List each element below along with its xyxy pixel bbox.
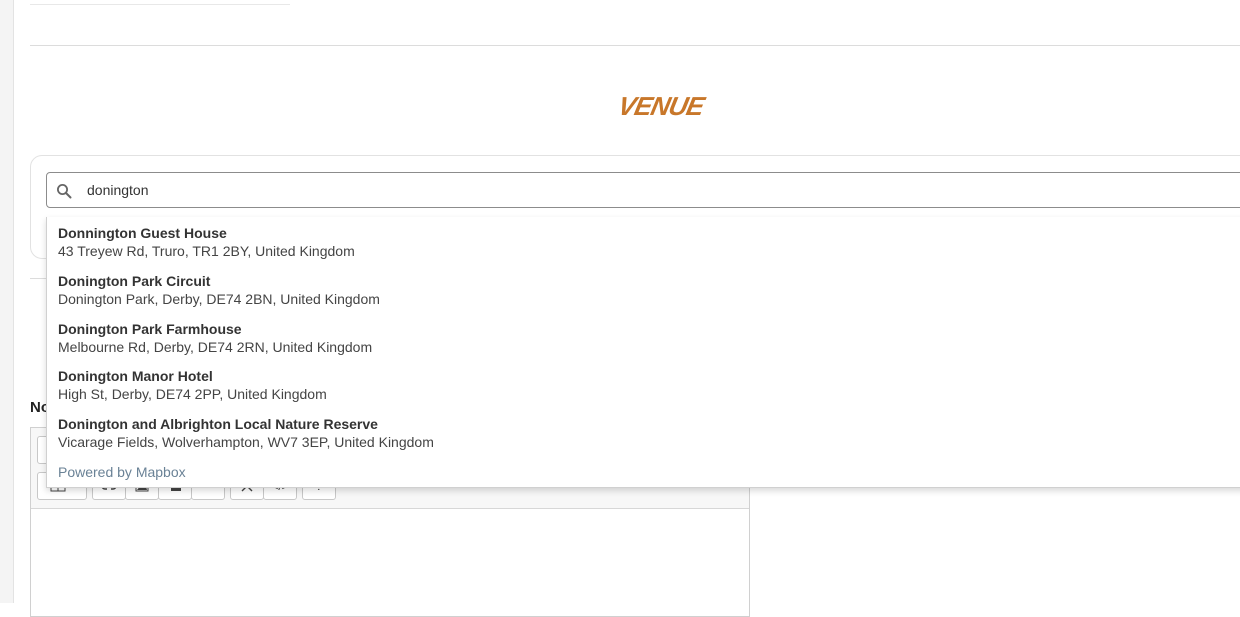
top-clipped-content bbox=[30, 0, 290, 5]
search-icon bbox=[56, 183, 72, 199]
suggestion-item[interactable]: Donington Park Farmhouse Melbourne Rd, D… bbox=[47, 313, 1240, 359]
location-search-box[interactable] bbox=[46, 172, 1240, 208]
section-divider bbox=[30, 45, 1240, 46]
suggestion-name: Donington Manor Hotel bbox=[58, 368, 213, 384]
suggestion-item[interactable]: Donnington Guest House 43 Treyew Rd, Tru… bbox=[47, 217, 1240, 263]
suggestion-item[interactable]: Donington Manor Hotel High St, Derby, DE… bbox=[47, 360, 1240, 406]
suggestion-address: Melbourne Rd, Derby, DE74 2RN, United Ki… bbox=[58, 339, 373, 355]
mapbox-attribution-link[interactable]: Powered by Mapbox bbox=[58, 464, 186, 480]
suggestion-name: Donnington Guest House bbox=[58, 225, 227, 241]
suggestion-name: Donington Park Circuit bbox=[58, 273, 211, 289]
suggestion-address: Donington Park, Derby, DE74 2BN, United … bbox=[58, 291, 380, 307]
suggestion-item[interactable]: Donington Park Circuit Donington Park, D… bbox=[47, 265, 1240, 311]
venue-logo: VENUE bbox=[590, 87, 730, 127]
suggestion-address: High St, Derby, DE74 2PP, United Kingdom bbox=[58, 386, 327, 402]
search-suggestions-dropdown: Donnington Guest House 43 Treyew Rd, Tru… bbox=[46, 217, 1240, 488]
search-input[interactable] bbox=[87, 173, 1187, 207]
venue-logo-text: VENUE bbox=[616, 91, 709, 121]
suggestion-name: Donington Park Farmhouse bbox=[58, 321, 242, 337]
suggestion-address: 43 Treyew Rd, Truro, TR1 2BY, United Kin… bbox=[58, 243, 355, 259]
left-rail bbox=[0, 0, 14, 603]
suggestion-address: Vicarage Fields, Wolverhampton, WV7 3EP,… bbox=[58, 434, 434, 450]
suggestion-item[interactable]: Donington and Albrighton Local Nature Re… bbox=[47, 408, 1240, 454]
suggestion-name: Donington and Albrighton Local Nature Re… bbox=[58, 416, 378, 432]
